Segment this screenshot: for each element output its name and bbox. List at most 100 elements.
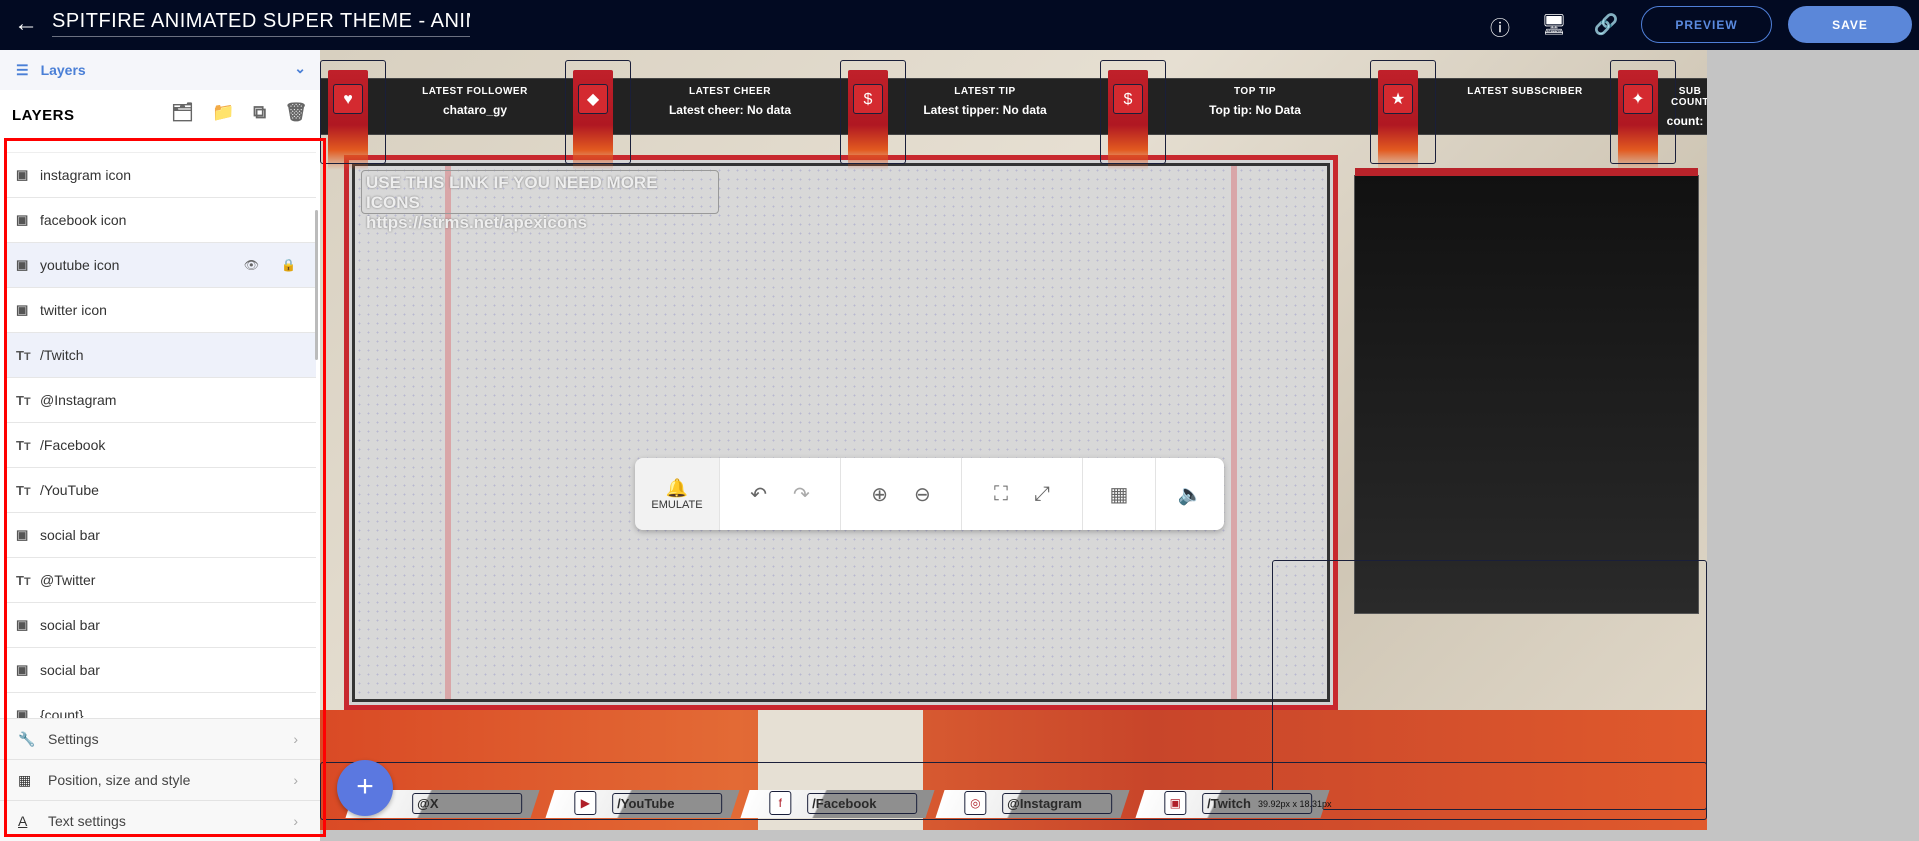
top-bar: ← SPITFIRE ANIMATED SUPER THEME - ANIM ⓘ… [0,0,1919,50]
video-outline [1370,60,1436,164]
alert-widget[interactable]: LATEST SUBSCRIBER [1430,78,1620,103]
section-label: Layers [40,62,86,78]
layer-name: facebook icon [40,212,127,228]
layer-item[interactable]: ▣ youtube icon 👁 🔒 [6,243,316,288]
icons-link-note[interactable]: USE THIS LINK IF YOU NEED MORE ICONS http… [361,170,719,232]
text-layer-icon: TT [16,347,31,363]
panel-label: Settings [48,731,99,747]
volume-icon[interactable]: 🔈 [1178,482,1203,507]
layer-name: @Instagram [40,392,117,408]
chevron-right-icon: › [293,731,298,747]
layer-item[interactable]: ▣ instagram icon [6,153,316,198]
editor-canvas[interactable]: USE THIS LINK IF YOU NEED MORE ICONS http… [320,50,1707,830]
text-layer-icon: TT [16,392,31,408]
text-format-icon: A [18,813,28,829]
layer-item[interactable]: ▣ social bar [6,648,316,693]
text-settings-panel[interactable]: A Text settings › [0,800,320,841]
alert-widget[interactable]: LATEST TIP Latest tipper: No data [890,78,1080,117]
alert-heading: LATEST FOLLOWER [422,86,528,97]
layer-name: social bar [40,617,100,633]
layer-name: social bar [40,527,100,543]
video-outline [1100,60,1166,164]
webcam-frame[interactable] [1354,168,1699,614]
gameplay-frame[interactable]: USE THIS LINK IF YOU NEED MORE ICONS http… [344,155,1338,710]
chevron-right-icon: › [293,813,298,829]
emulate-button[interactable]: 🔔 EMULATE [635,458,719,530]
layers-title: LAYERS [12,106,75,124]
display-settings-icon[interactable]: 🖥 [1541,12,1567,38]
duplicate-icon[interactable]: ⧉ [253,102,266,123]
layer-item[interactable]: TT @Twitter [6,558,316,603]
note-link: https://strms.net/apexicons [366,213,588,232]
link-icon[interactable]: 🔗 [1593,12,1619,38]
social-icon: ◎ [964,791,987,815]
lock-icon[interactable]: 🔒 [281,258,296,272]
gallery-layer-icon: ▣ [16,527,29,542]
alert-value: chataro_gy [442,103,508,117]
layers-icon: ☰ [16,61,29,78]
bell-icon: 🔔 [665,477,689,498]
layer-item[interactable]: ▣ facebook icon [6,198,316,243]
social-label: /YouTube [612,793,723,814]
layer-item[interactable]: TT/YouTube [6,468,316,513]
layer-name: instagram icon [40,167,132,183]
emulate-label: EMULATE [651,498,703,511]
image-layer-icon: ▣ [16,257,29,272]
layer-item[interactable]: TT/Twitch [6,333,316,378]
ungroup-folder-icon[interactable]: 🗂 [171,102,194,123]
layer-item[interactable]: ▣ social bar [6,513,316,558]
social-label: @X [412,793,523,814]
preview-button[interactable]: PREVIEW [1641,6,1772,43]
layer-item[interactable]: ▣ twitter icon [6,288,316,333]
alert-widget[interactable]: LATEST CHEER Latest cheer: No data [635,78,825,117]
layer-item[interactable]: ▣ social bar [6,603,316,648]
zoom-in-icon[interactable]: ⊕ [871,482,888,507]
video-outline [565,60,631,164]
layer-item[interactable]: TT @Instagram [6,378,316,423]
layer-name: /Twitch [40,347,84,363]
position-size-style-panel[interactable]: ▦ Position, size and style › [0,759,320,800]
alert-heading: TOP TIP [1233,86,1277,97]
text-layer-icon: TT [16,482,31,498]
layer-name: @Twitter [40,572,96,588]
folder-icon[interactable]: 📁 [212,102,235,123]
alert-value: Top tip: No Data [1209,103,1301,117]
alert-heading: LATEST CHEER [689,86,771,97]
social-icon: ▶ [574,791,597,815]
add-widget-button[interactable]: + [337,760,393,816]
gallery-layer-icon: ▣ [16,662,29,677]
size-readout: 39.92px x 18.31px [1258,799,1332,809]
layer-name: twitter icon [40,302,107,318]
layers-list: ▣ instagram icon ▣ facebook icon ▣ youtube ic… [6,152,316,722]
layers-section-toggle[interactable]: ☰ Layers ⌄ [0,50,320,90]
panel-label: Text settings [48,813,126,829]
zoom-out-icon[interactable]: ⊖ [914,482,931,507]
social-item[interactable]: f/Facebook [740,790,935,818]
social-item[interactable]: ▶ /YouTube [545,790,740,818]
layers-scrollbar[interactable] [315,210,318,360]
text-layer-icon: TT [16,572,31,588]
grid-icon[interactable]: ▦ [1110,482,1129,507]
exit-fullscreen-icon[interactable]: ⤢ [1034,483,1050,506]
alert-heading: LATEST TIP [954,86,1016,97]
settings-panel[interactable]: 🔧 Settings › [0,718,320,759]
undo-icon[interactable]: ↶ [750,482,767,507]
layer-item[interactable]: TT/Facebook [6,423,316,468]
social-label: @Instagram [1002,793,1113,814]
image-layer-icon: ▣ [16,167,29,182]
redo-icon[interactable]: ↷ [793,482,810,507]
alert-widget[interactable]: TOP TIP Top tip: No Data [1160,78,1350,117]
back-arrow-icon[interactable]: ← [14,10,38,38]
social-item[interactable]: ◎ @Instagram [935,790,1130,818]
save-button[interactable]: SAVE [1788,6,1912,43]
fullscreen-icon[interactable]: ⛶ [994,483,1008,506]
trash-icon[interactable]: 🗑 [285,102,308,123]
chevron-right-icon: › [293,772,298,788]
eye-icon[interactable]: 👁 [244,258,259,272]
alert-heading: LATEST SUBSCRIBER [1467,86,1583,97]
theme-title-input[interactable]: SPITFIRE ANIMATED SUPER THEME - ANIM [52,10,470,37]
alert-widget[interactable]: SUB COUNT count: 0 [1660,78,1707,128]
position-icon: ▦ [18,771,32,788]
help-icon[interactable]: ⓘ [1487,12,1513,40]
alert-widget[interactable]: LATEST FOLLOWER chataro_gy [380,78,570,117]
